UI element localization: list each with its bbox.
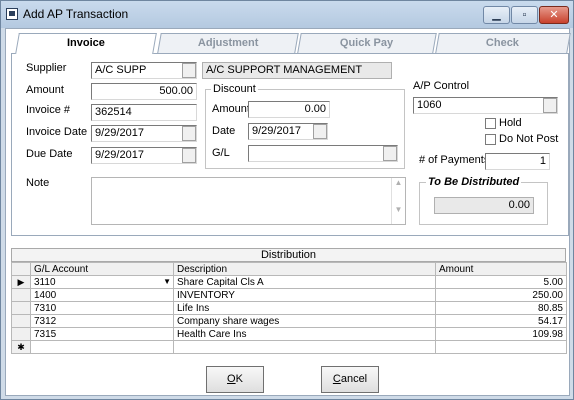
invoice-date-picker-button[interactable] [182, 126, 196, 141]
grid-header-row: G/L Account Description Amount [11, 262, 567, 276]
table-row[interactable]: 7312 Company share wages 54.17 [11, 314, 567, 328]
gl-account-cell[interactable] [30, 340, 174, 354]
discount-gl-dropdown-button[interactable] [383, 146, 397, 161]
current-row-indicator: ▶ [11, 275, 31, 289]
do-not-post-checkbox[interactable] [485, 134, 496, 145]
tab-check[interactable]: Check [435, 33, 571, 53]
distribution-header: Distribution [11, 248, 566, 262]
to-be-distributed-value: 0.00 [434, 197, 534, 214]
discount-date-picker-button[interactable] [313, 124, 327, 139]
distribution-grid: G/L Account Description Amount ▶ 3110 ▼ S… [11, 262, 567, 354]
table-row[interactable]: 1400 INVENTORY 250.00 [11, 288, 567, 302]
due-date-picker-button[interactable] [182, 148, 196, 163]
discount-gl-label: G/L [212, 147, 230, 159]
table-row[interactable]: 7310 Life Ins 80.85 [11, 301, 567, 315]
note-scrollbar[interactable]: ▲ ▼ [391, 178, 405, 224]
new-row-indicator: ✱ [11, 340, 31, 354]
discount-amount-field[interactable]: 0.00 [248, 101, 330, 118]
row-selector[interactable] [11, 327, 31, 341]
cancel-button[interactable]: Cancel [321, 366, 379, 393]
amount-label: Amount [26, 84, 64, 96]
gl-account-value: 3110 [34, 276, 56, 288]
supplier-lookup-button[interactable] [182, 63, 196, 78]
ap-control-label: A/P Control [413, 80, 470, 92]
payments-count-label: # of Payments [419, 154, 490, 166]
cancel-label: ancel [340, 373, 368, 385]
invoice-number-field[interactable]: 362514 [91, 104, 197, 121]
tab-invoice-label: Invoice [67, 37, 105, 49]
description-cell[interactable]: Company share wages [173, 314, 436, 328]
gl-account-dropdown-icon[interactable]: ▼ [163, 277, 171, 286]
amount-cell[interactable]: 80.85 [435, 301, 567, 315]
column-header-amount[interactable]: Amount [435, 262, 567, 276]
amount-cell[interactable]: 109.98 [435, 327, 567, 341]
tab-adjustment[interactable]: Adjustment [157, 33, 299, 53]
description-cell[interactable]: Share Capital Cls A [173, 275, 436, 289]
discount-amount-label: Amount [212, 103, 250, 115]
tab-quick-pay-label: Quick Pay [340, 37, 394, 49]
ok-label: K [235, 373, 243, 385]
description-cell[interactable]: INVENTORY [173, 288, 436, 302]
description-cell[interactable]: Health Care Ins [173, 327, 436, 341]
ok-mnemonic: O [227, 373, 236, 385]
ok-button[interactable]: OK [206, 366, 264, 393]
amount-field[interactable]: 500.00 [91, 83, 197, 100]
add-ap-transaction-window: Add AP Transaction ▁ ▫ ✕ Invoice Adjustm… [0, 0, 574, 400]
ap-control-field[interactable]: 1060 [413, 97, 558, 114]
column-header-gl-account[interactable]: G/L Account [30, 262, 174, 276]
maximize-button[interactable]: ▫ [511, 6, 538, 24]
row-selector[interactable] [11, 288, 31, 302]
amount-cell[interactable]: 54.17 [435, 314, 567, 328]
do-not-post-label: Do Not Post [499, 133, 559, 145]
title-bar: Add AP Transaction ▁ ▫ ✕ [1, 1, 573, 28]
window-title: Add AP Transaction [23, 7, 129, 21]
row-selector-header [11, 262, 31, 276]
table-row[interactable]: 7315 Health Care Ins 109.98 [11, 327, 567, 341]
gl-account-cell[interactable]: 1400 [30, 288, 174, 302]
tab-invoice[interactable]: Invoice [15, 33, 157, 54]
close-button[interactable]: ✕ [539, 6, 569, 24]
amount-cell[interactable]: 5.00 [435, 275, 567, 289]
note-label: Note [26, 177, 50, 189]
column-header-description[interactable]: Description [173, 262, 436, 276]
cancel-mnemonic: C [332, 373, 341, 385]
description-cell[interactable] [173, 340, 436, 354]
description-cell[interactable]: Life Ins [173, 301, 436, 315]
gl-account-cell[interactable]: 3110 ▼ [30, 275, 174, 289]
tab-strip: Invoice Adjustment Quick Pay Check [11, 33, 571, 54]
amount-cell[interactable] [435, 340, 567, 354]
gl-account-cell[interactable]: 7315 [30, 327, 174, 341]
hold-label: Hold [499, 117, 522, 129]
app-icon [6, 8, 18, 20]
row-selector[interactable] [11, 301, 31, 315]
supplier-label: Supplier [26, 62, 67, 74]
invoice-number-label: Invoice # [26, 104, 71, 116]
invoice-date-label: Invoice Date [26, 126, 88, 138]
discount-group-title: Discount [211, 83, 258, 95]
new-row[interactable]: ✱ [11, 340, 567, 354]
table-row[interactable]: ▶ 3110 ▼ Share Capital Cls A 5.00 [11, 275, 567, 289]
supplier-name-field: A/C SUPPORT MANAGEMENT [202, 62, 392, 79]
row-selector[interactable] [11, 314, 31, 328]
ap-control-dropdown-button[interactable] [543, 98, 557, 113]
payments-count-field[interactable]: 1 [485, 153, 550, 170]
minimize-button[interactable]: ▁ [483, 6, 510, 24]
discount-gl-field[interactable] [248, 145, 398, 162]
tab-check-label: Check [486, 37, 520, 49]
amount-cell[interactable]: 250.00 [435, 288, 567, 302]
gl-account-cell[interactable]: 7310 [30, 301, 174, 315]
gl-account-cell[interactable]: 7312 [30, 314, 174, 328]
tab-quick-pay[interactable]: Quick Pay [297, 33, 437, 53]
due-date-label: Due Date [26, 148, 73, 160]
tab-adjustment-label: Adjustment [197, 37, 259, 49]
note-textarea[interactable]: ▲ ▼ [91, 177, 406, 225]
to-be-distributed-title: To Be Distributed [426, 176, 522, 188]
discount-date-label: Date [212, 125, 236, 137]
hold-checkbox[interactable] [485, 118, 496, 129]
